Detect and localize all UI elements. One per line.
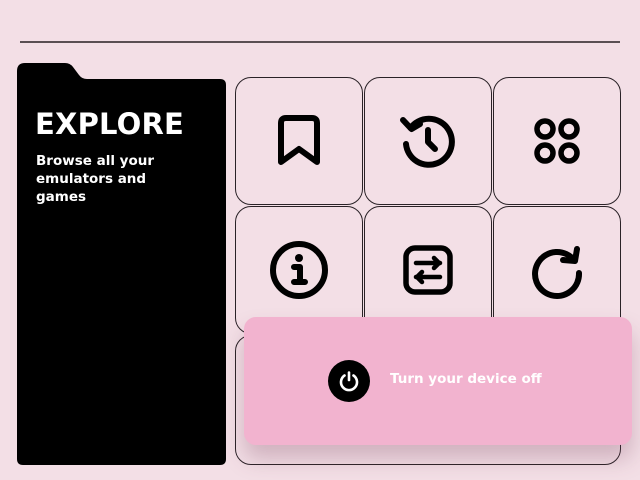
apps-tile[interactable] xyxy=(493,77,621,205)
bookmarks-tile[interactable] xyxy=(235,77,363,205)
power-off-card[interactable]: Turn your device off xyxy=(244,317,632,445)
refresh-tile[interactable] xyxy=(493,206,621,334)
divider-line xyxy=(20,41,620,43)
power-icon xyxy=(339,371,359,392)
explore-folder[interactable]: EXPLORE Browse all your emulators and ga… xyxy=(17,63,226,467)
screen: EXPLORE Browse all your emulators and ga… xyxy=(0,0,640,480)
power-button[interactable] xyxy=(328,360,370,402)
history-icon xyxy=(400,115,455,168)
power-off-label: Turn your device off xyxy=(390,371,542,387)
settings-tile[interactable] xyxy=(364,206,492,334)
refresh-icon xyxy=(532,246,583,299)
settings-sliders-icon xyxy=(403,245,453,295)
explore-title: EXPLORE xyxy=(35,107,185,141)
history-tile[interactable] xyxy=(364,77,492,205)
bookmark-icon xyxy=(278,115,320,165)
info-icon xyxy=(270,241,328,299)
apps-grid-icon xyxy=(534,118,580,164)
explore-description: Browse all your emulators and games xyxy=(36,153,154,205)
info-tile[interactable] xyxy=(235,206,363,334)
